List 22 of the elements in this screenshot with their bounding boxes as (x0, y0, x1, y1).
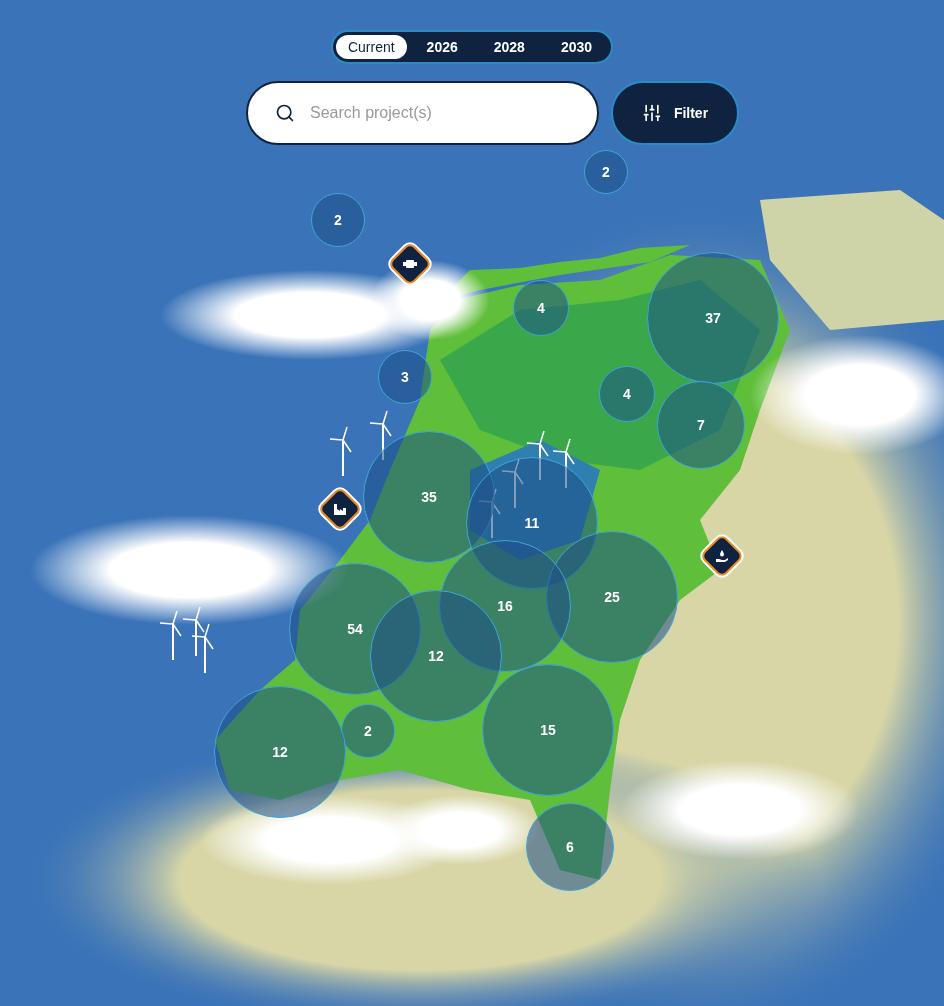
project-cluster[interactable]: 2 (584, 150, 628, 194)
device-icon (403, 259, 417, 269)
project-cluster[interactable]: 2 (341, 704, 395, 758)
filter-icon (641, 103, 662, 123)
filter-button[interactable]: Filter (611, 81, 739, 145)
project-cluster[interactable]: 2 (311, 193, 365, 247)
project-cluster[interactable]: 6 (526, 803, 614, 891)
project-cluster[interactable]: 12 (214, 686, 346, 818)
project-cluster[interactable]: 3 (378, 350, 432, 404)
search-field[interactable]: Search project(s) (246, 81, 599, 145)
project-cluster[interactable]: 4 (513, 280, 569, 336)
project-cluster[interactable]: 37 (647, 252, 779, 384)
project-cluster[interactable]: 4 (599, 366, 655, 422)
project-cluster[interactable]: 15 (482, 664, 614, 796)
factory-icon (333, 502, 347, 516)
hand-drop-icon (715, 549, 729, 563)
year-tab[interactable]: Current (335, 35, 407, 59)
year-tab[interactable]: 2026 (410, 35, 474, 59)
search-icon (275, 103, 295, 123)
project-cluster[interactable]: 7 (657, 381, 745, 469)
year-tab[interactable]: 2028 (477, 35, 541, 59)
year-tab[interactable]: 2030 (544, 35, 609, 59)
